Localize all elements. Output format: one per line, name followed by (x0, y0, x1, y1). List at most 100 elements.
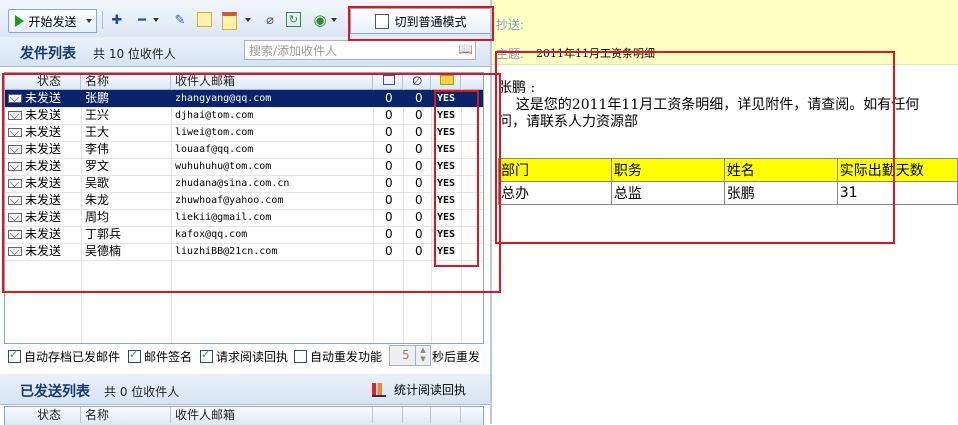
salary-header-cell: 姓名 (723, 158, 838, 182)
sent-grid-header: 状态 名称 收件人邮箱 (4, 406, 484, 425)
cell-name: 朱龙 (85, 193, 110, 207)
chart-icon (372, 382, 386, 397)
resend-suffix-label: 秒后重发 (432, 350, 481, 364)
auto-resend-checkbox[interactable]: 自动重发功能 (294, 348, 382, 365)
toolbar: 开始发送 ✚ ━ ✎ ⌀ ↻ ◉ 切到普通模式 (0, 0, 492, 38)
edit-icon[interactable]: ✎ (172, 12, 188, 28)
chevron-down-icon[interactable] (244, 12, 252, 28)
chevron-down-icon[interactable] (152, 12, 160, 28)
salary-data-row: 总办 总监 张鹏 31 (498, 181, 958, 205)
column-open-count[interactable] (373, 73, 403, 89)
sent-column-email[interactable]: 收件人邮箱 (171, 407, 373, 423)
envelope-icon (8, 179, 22, 188)
column-receipt[interactable] (431, 73, 461, 89)
read-receipt-stats-button[interactable]: 统计阅读回执 (372, 381, 466, 398)
recipient-search-input[interactable]: 搜索/添加收件人 (244, 40, 476, 60)
table-row[interactable]: 未发送 王大 liwei@tom.com 0 0 YES (5, 124, 483, 142)
cell-email: zhuwhoaf@yahoo.com (175, 195, 284, 206)
envelope-icon (8, 213, 22, 222)
sent-column-receipt[interactable] (431, 407, 461, 423)
subject-label: 主题: (496, 47, 525, 61)
cell-c: YES (437, 110, 456, 121)
pending-recipient-grid[interactable]: 状态 名称 收件人邮箱 ∅ 未发送 张鹏 zhangyang@qq.com 0 0 YES… (4, 72, 484, 344)
body-line-1: 这是您的2011年11月工资条明细，详见附件，请查阅。如有任何 (498, 97, 920, 113)
cell-b: 0 (415, 125, 423, 139)
cell-c: YES (437, 195, 456, 206)
chevron-down-icon[interactable] (330, 12, 338, 28)
cell-b: 0 (415, 193, 423, 207)
remove-icon[interactable]: ━ (134, 12, 150, 28)
salary-header-cell: 职务 (610, 158, 725, 182)
switch-mode-label: 切到普通模式 (394, 14, 467, 29)
send-dropdown-button[interactable] (82, 9, 97, 33)
envelope-icon (8, 196, 22, 205)
add-icon[interactable]: ✚ (109, 12, 125, 28)
cell-c: YES (437, 212, 456, 223)
table-row[interactable]: 未发送 丁郭兵 kafox@qq.com 0 0 YES (5, 226, 483, 244)
cell-c: YES (437, 144, 456, 155)
play-icon (15, 15, 25, 27)
start-send-label: 开始发送 (28, 14, 77, 29)
sent-column-count[interactable] (373, 407, 403, 423)
address-book-icon[interactable]: 📖 (458, 42, 474, 57)
cell-name: 丁郭兵 (85, 227, 122, 241)
envelope-icon (8, 145, 22, 154)
count-icon (383, 75, 395, 85)
column-status[interactable]: 状态 (5, 73, 81, 89)
table-row[interactable]: 未发送 吴歌 zhudana@sina.com.cn 0 0 YES (5, 175, 483, 193)
cell-a: 0 (385, 244, 393, 258)
table-row[interactable]: 未发送 张鹏 zhangyang@qq.com 0 0 YES (5, 90, 483, 108)
cell-a: 0 (385, 108, 393, 122)
signature-checkbox[interactable]: 邮件签名 (128, 348, 192, 365)
cell-b: 0 (415, 142, 423, 156)
envelope-icon (8, 247, 22, 256)
send-options-bar: 自动存档已发邮件 邮件签名 请求阅读回执 自动重发功能 5 ▲▼ 秒后重发 (4, 345, 486, 367)
envelope-icon (440, 75, 454, 85)
envelope-icon (8, 111, 22, 120)
table-row[interactable]: 未发送 吴德楠 liuzhiBB@21cn.com 0 0 YES (5, 243, 483, 261)
message-body: 张鹏 : 这是您的2011年11月工资条明细，详见附件，请查阅。如有任何 问，请… (498, 80, 958, 131)
auto-archive-checkbox[interactable]: 自动存档已发邮件 (8, 348, 120, 365)
cell-email: zhudana@sina.com.cn (175, 178, 290, 189)
attach-icon[interactable]: ⌀ (262, 12, 278, 28)
table-row[interactable]: 未发送 朱龙 zhuwhoaf@yahoo.com 0 0 YES (5, 192, 483, 210)
read-receipt-checkbox[interactable]: 请求阅读回执 (200, 348, 288, 365)
cell-a: 0 (385, 159, 393, 173)
table-row[interactable]: 未发送 王兴 djhai@tom.com 0 0 YES (5, 107, 483, 125)
cc-label: 抄送: (496, 18, 525, 32)
table-row[interactable]: 未发送 李伟 louaaf@qq.com 0 0 YES (5, 141, 483, 159)
cell-c: YES (437, 229, 456, 240)
cell-email: djhai@tom.com (175, 110, 254, 121)
table-row[interactable]: 未发送 周均 liekii@gmail.com 0 0 YES (5, 209, 483, 227)
sent-column-attachment[interactable] (403, 407, 431, 423)
note-icon[interactable] (197, 12, 212, 27)
cell-email: liekii@gmail.com (175, 212, 272, 223)
salary-header-cell: 实际出勤天数 (836, 158, 958, 182)
cell-status: 未发送 (25, 91, 62, 105)
cell-a: 0 (385, 142, 393, 156)
switch-normal-mode-button[interactable]: 切到普通模式 (350, 8, 492, 34)
envelope-icon (8, 128, 22, 137)
start-send-button[interactable]: 开始发送 (8, 9, 84, 33)
chevron-down-icon (86, 19, 92, 23)
cell-name: 周均 (85, 210, 110, 224)
column-email[interactable]: 收件人邮箱 (171, 73, 373, 89)
table-row[interactable]: 未发送 罗文 wuhuhuhu@tom.com 0 0 YES (5, 158, 483, 176)
globe-icon[interactable]: ◉ (312, 11, 328, 29)
column-attachment[interactable]: ∅ (403, 73, 431, 89)
cell-name: 王兴 (85, 108, 110, 122)
column-name[interactable]: 名称 (81, 73, 171, 89)
sent-column-status[interactable]: 状态 (5, 407, 81, 423)
template-icon[interactable] (222, 12, 237, 30)
cell-name: 李伟 (85, 142, 110, 156)
sent-column-name[interactable]: 名称 (81, 407, 171, 423)
cell-name: 吴德楠 (85, 244, 122, 258)
envelope-icon (8, 230, 22, 239)
cell-name: 张鹏 (85, 91, 110, 105)
refresh-icon[interactable]: ↻ (286, 12, 301, 27)
read-receipt-stats-label: 统计阅读回执 (394, 383, 467, 397)
cell-status: 未发送 (25, 108, 62, 122)
salary-cell: 总监 (610, 181, 725, 205)
resend-seconds-stepper[interactable]: 5 ▲ ▼ (389, 345, 431, 366)
document-edit-icon (375, 13, 390, 29)
